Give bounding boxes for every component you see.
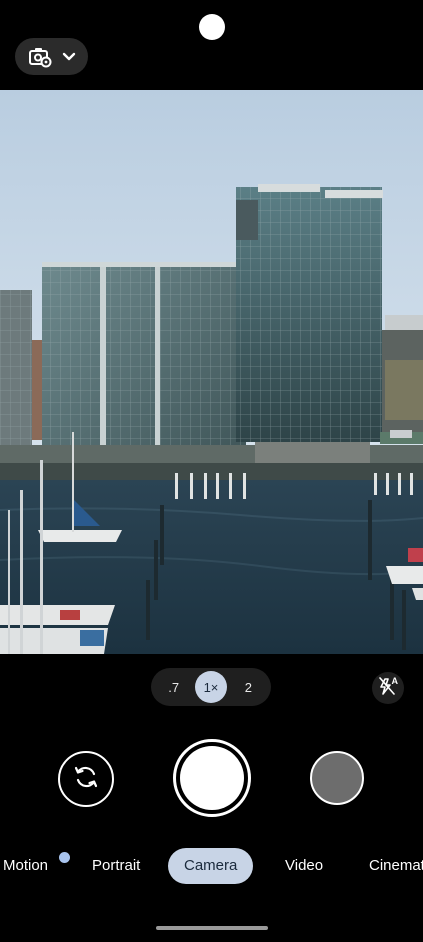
viewfinder-preview-image: [0, 90, 423, 654]
camera-settings-icon: [28, 46, 52, 68]
front-camera-cutout: [199, 14, 225, 40]
camera-settings-button[interactable]: [15, 38, 88, 75]
new-indicator-dot: [59, 852, 70, 863]
camera-screen: .7 1× 2 A Motion Portrait Camera Video C…: [0, 0, 423, 942]
zoom-selector: .7 1× 2: [151, 668, 271, 706]
switch-camera-icon: [72, 763, 100, 796]
mode-camera[interactable]: Camera: [168, 848, 254, 884]
zoom-option-0.7[interactable]: .7: [158, 671, 190, 703]
zoom-option-2x[interactable]: 2: [232, 671, 264, 703]
mode-motion[interactable]: Motion: [3, 848, 48, 884]
camera-viewfinder[interactable]: [0, 90, 423, 654]
flash-toggle-button[interactable]: A: [372, 672, 404, 704]
svg-text:A: A: [392, 676, 399, 686]
chevron-down-icon: [62, 52, 76, 62]
zoom-option-1x[interactable]: 1×: [194, 671, 227, 703]
shutter-button[interactable]: [173, 739, 251, 817]
shutter-inner-circle: [180, 746, 244, 810]
flash-auto-off-icon: A: [377, 675, 399, 702]
last-photo-thumbnail[interactable]: [310, 751, 364, 805]
mode-video[interactable]: Video: [285, 848, 323, 884]
gesture-home-bar[interactable]: [156, 926, 268, 930]
switch-camera-button[interactable]: [58, 751, 114, 807]
mode-cinematic[interactable]: Cinemat: [369, 848, 423, 884]
camera-mode-selector: Motion Portrait Camera Video Cinemat: [0, 848, 423, 886]
mode-portrait[interactable]: Portrait: [92, 848, 140, 884]
